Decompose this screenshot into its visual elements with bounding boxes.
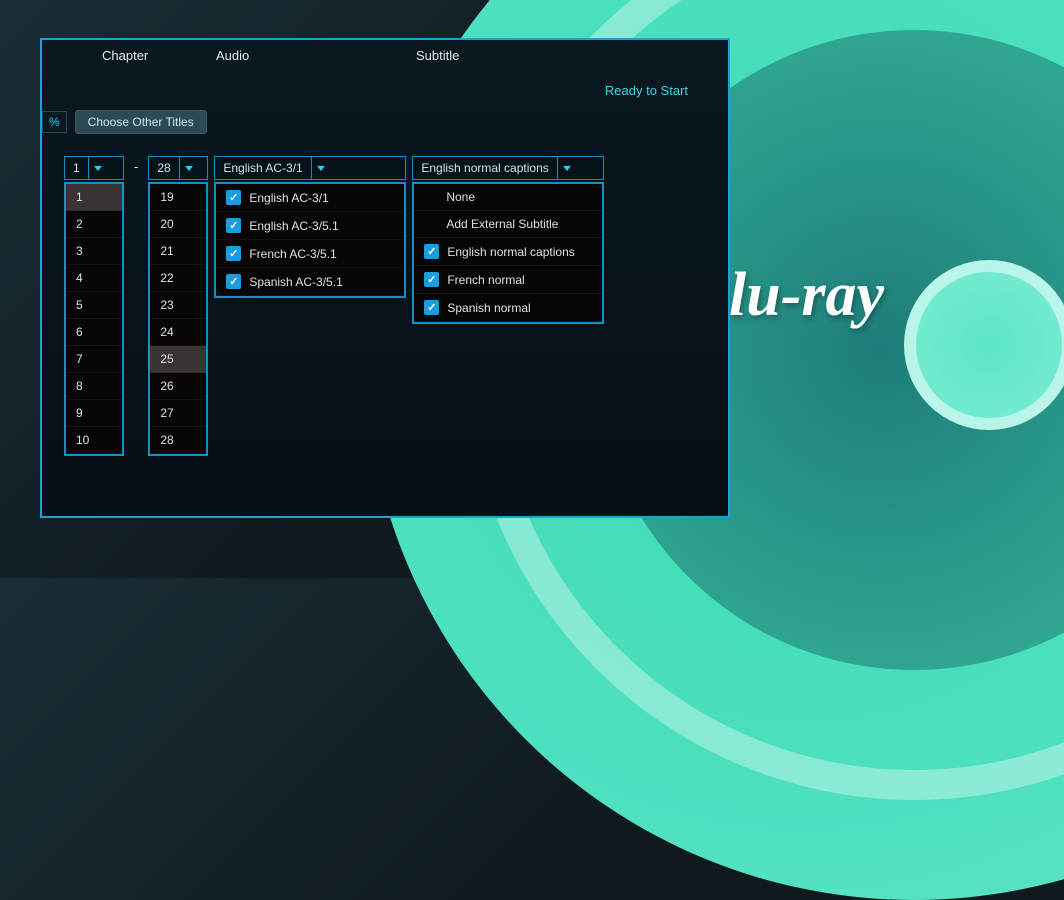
subtitle-option-label: Spanish normal — [447, 301, 530, 315]
checkbox-icon — [424, 244, 439, 259]
header-chapter: Chapter — [42, 48, 202, 63]
chapter-start-option[interactable]: 4 — [66, 265, 122, 292]
chapter-range-dash: - — [130, 156, 142, 180]
subtitle-option-label: English normal captions — [447, 245, 574, 259]
chapter-start-select[interactable]: 1 — [64, 156, 124, 180]
audio-option-label: English AC-3/1 — [249, 191, 328, 205]
chapter-start-option[interactable]: 1 — [66, 184, 122, 211]
audio-select[interactable]: English AC-3/1 — [214, 156, 406, 180]
chapter-start-option[interactable]: 7 — [66, 346, 122, 373]
chevron-down-icon — [557, 157, 577, 179]
subtitle-option-label: Add External Subtitle — [446, 217, 558, 231]
audio-dropdown[interactable]: English AC-3/1 English AC-3/5.1 French AC-… — [214, 182, 406, 298]
header-subtitle: Subtitle — [402, 48, 582, 63]
chapter-start-option[interactable]: 8 — [66, 373, 122, 400]
checkbox-icon — [424, 300, 439, 315]
subtitle-option[interactable]: English normal captions — [414, 238, 602, 266]
percent-button[interactable]: % — [42, 111, 67, 133]
chapter-end-option[interactable]: 20 — [150, 211, 206, 238]
chapter-end-option[interactable]: 27 — [150, 400, 206, 427]
chapter-end-option[interactable]: 19 — [150, 184, 206, 211]
chapter-end-value: 28 — [149, 161, 178, 175]
chapter-end-option[interactable]: 28 — [150, 427, 206, 454]
checkbox-icon — [226, 190, 241, 205]
checkbox-icon — [226, 274, 241, 289]
header-audio: Audio — [202, 48, 402, 63]
audio-option[interactable]: English AC-3/1 — [216, 184, 404, 212]
column-headers: Chapter Audio Subtitle — [42, 40, 728, 73]
chapter-end-option[interactable]: 24 — [150, 319, 206, 346]
chapter-start-option[interactable]: 5 — [66, 292, 122, 319]
audio-option-label: Spanish AC-3/5.1 — [249, 275, 342, 289]
choose-other-titles-button[interactable]: Choose Other Titles — [75, 110, 207, 134]
audio-option[interactable]: Spanish AC-3/5.1 — [216, 268, 404, 296]
audio-option-label: French AC-3/5.1 — [249, 247, 336, 261]
chapter-start-value: 1 — [65, 161, 88, 175]
subtitle-dropdown[interactable]: None Add External Subtitle English normal … — [412, 182, 604, 324]
chapter-end-option[interactable]: 23 — [150, 292, 206, 319]
audio-option[interactable]: French AC-3/5.1 — [216, 240, 404, 268]
audio-option[interactable]: English AC-3/5.1 — [216, 212, 404, 240]
subtitle-selected-value: English normal captions — [413, 161, 556, 175]
chapter-end-option[interactable]: 22 — [150, 265, 206, 292]
chapter-start-dropdown[interactable]: 12345678910 — [64, 182, 124, 456]
chapter-end-dropdown[interactable]: 19202122232425262728 — [148, 182, 208, 456]
chevron-down-icon — [179, 157, 199, 179]
subtitle-option[interactable]: French normal — [414, 266, 602, 294]
checkbox-icon — [424, 272, 439, 287]
audio-selected-value: English AC-3/1 — [215, 161, 310, 175]
subtitle-select[interactable]: English normal captions — [412, 156, 604, 180]
checkbox-icon — [226, 218, 241, 233]
chapter-start-option[interactable]: 2 — [66, 211, 122, 238]
chevron-down-icon — [88, 157, 108, 179]
app-window: Chapter Audio Subtitle Ready to Start % … — [40, 38, 730, 518]
status-text: Ready to Start — [42, 83, 728, 98]
subtitle-option-label: French normal — [447, 273, 524, 287]
chapter-start-option[interactable]: 6 — [66, 319, 122, 346]
audio-option-label: English AC-3/5.1 — [249, 219, 338, 233]
chapter-start-option[interactable]: 3 — [66, 238, 122, 265]
subtitle-option[interactable]: Spanish normal — [414, 294, 602, 322]
chapter-end-option[interactable]: 25 — [150, 346, 206, 373]
subtitle-option-label: None — [446, 190, 475, 204]
chevron-down-icon — [311, 157, 331, 179]
chapter-end-select[interactable]: 28 — [148, 156, 208, 180]
checkbox-icon — [226, 246, 241, 261]
chapter-end-option[interactable]: 26 — [150, 373, 206, 400]
subtitle-option[interactable]: Add External Subtitle — [414, 211, 602, 238]
chapter-start-option[interactable]: 10 — [66, 427, 122, 454]
chapter-end-option[interactable]: 21 — [150, 238, 206, 265]
subtitle-option[interactable]: None — [414, 184, 602, 211]
chapter-start-option[interactable]: 9 — [66, 400, 122, 427]
